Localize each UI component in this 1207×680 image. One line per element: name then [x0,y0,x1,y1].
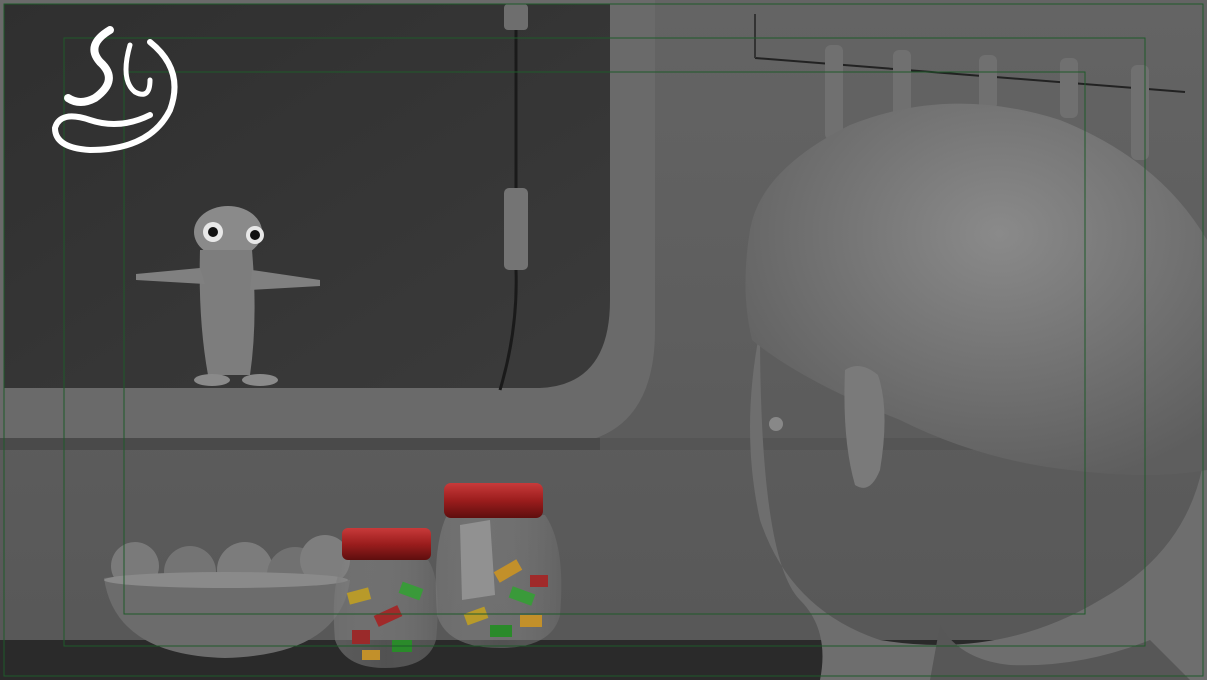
maya-viewport[interactable] [0,0,1207,680]
candy-jar-large [435,483,562,648]
candy-jar-small [333,528,438,668]
